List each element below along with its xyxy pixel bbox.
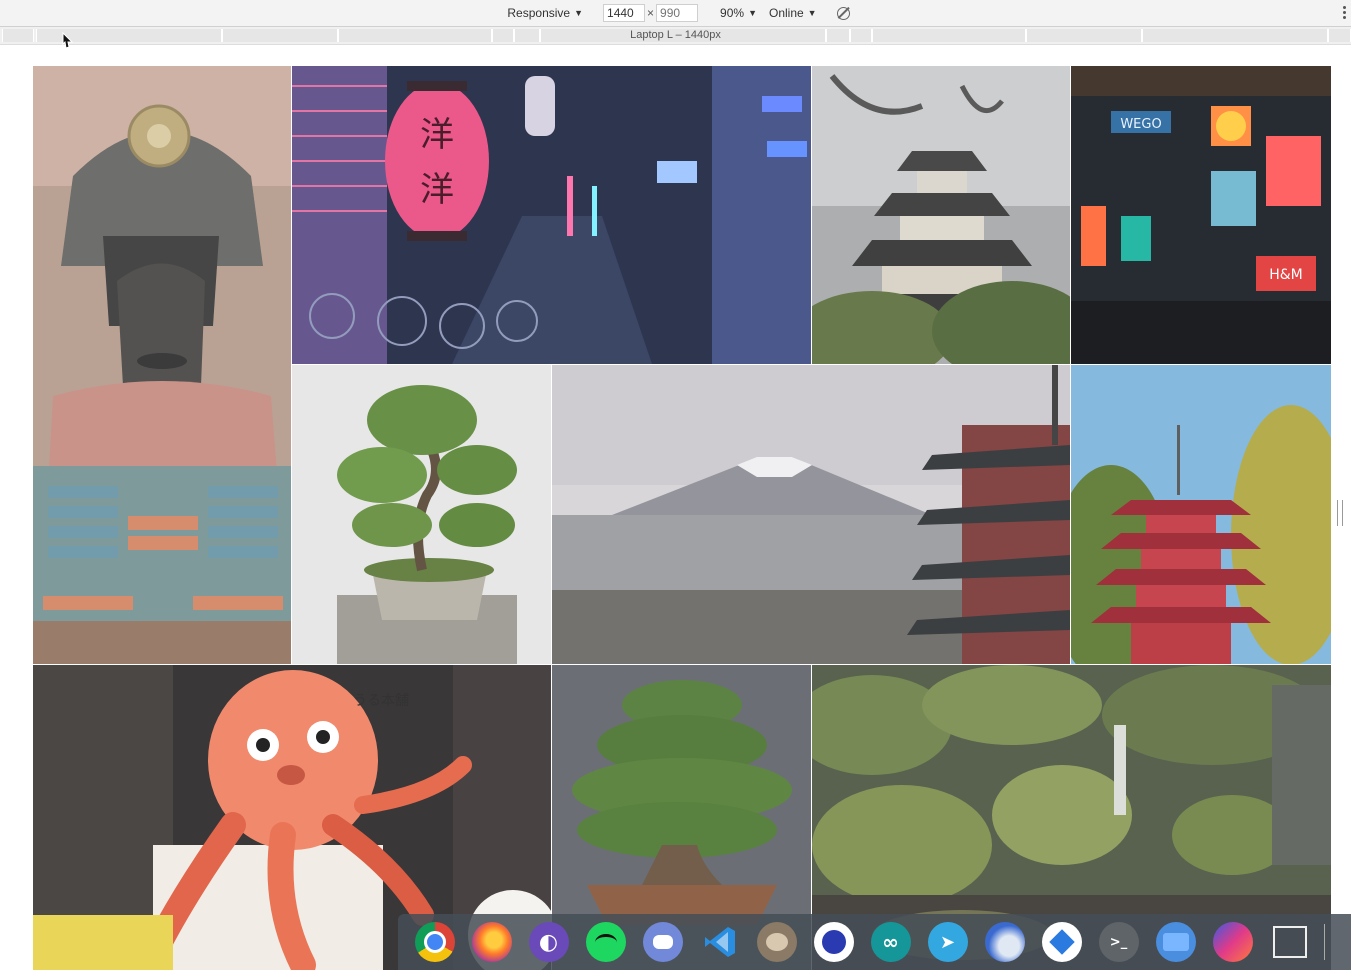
dock-separator	[1324, 924, 1325, 960]
width-input[interactable]	[603, 4, 646, 22]
lantern-alley-image[interactable]: 洋 洋	[292, 66, 811, 364]
rotate-icon[interactable]	[836, 6, 850, 20]
red-pagoda-image[interactable]	[1071, 365, 1331, 664]
telegram-icon[interactable]: ➤	[927, 922, 968, 962]
night-theme-icon[interactable]: ◐	[528, 922, 569, 962]
window-icon[interactable]	[1270, 922, 1310, 962]
height-input[interactable]	[656, 4, 699, 22]
media-query-ruler: Laptop L – 1440px	[0, 27, 1351, 45]
more-options-icon[interactable]	[1343, 6, 1346, 19]
arduino-icon[interactable]: ∞	[870, 922, 911, 962]
cube-app-icon[interactable]	[1041, 922, 1082, 962]
vscode-icon[interactable]	[700, 922, 740, 962]
network-label: Online	[768, 6, 804, 20]
network-select[interactable]: Online ▼	[769, 6, 817, 20]
chevron-down-icon: ▼	[748, 8, 757, 18]
ruler-label: Laptop L – 1440px	[630, 29, 721, 41]
castle-image[interactable]	[812, 66, 1070, 364]
times-label: ×	[647, 6, 655, 20]
mount-fuji-pagoda-image[interactable]	[552, 365, 1070, 664]
device-toolbar: Responsive ▼ × 90% ▼ Online ▼	[0, 0, 1351, 27]
gradient-app-icon[interactable]	[1212, 922, 1253, 962]
page-viewport: 洋 洋 WEGO H&M うる本舗	[33, 66, 1331, 970]
dimensions: ×	[603, 4, 699, 22]
app-dock: ◐ ∞ ➤ >_	[398, 914, 1351, 970]
chevron-down-icon: ▼	[574, 8, 584, 18]
folder-icon[interactable]	[1155, 922, 1196, 962]
samurai-armor-image[interactable]	[33, 66, 291, 664]
device-label: Responsive	[507, 6, 571, 20]
terminal-icon[interactable]: >_	[1098, 922, 1139, 962]
cursor-icon	[62, 32, 74, 49]
neon-street-image[interactable]: WEGO H&M	[1071, 66, 1331, 364]
spotify-icon[interactable]	[585, 922, 626, 962]
firefox-icon[interactable]	[471, 922, 512, 962]
chrome-icon[interactable]	[414, 922, 455, 962]
resize-handle[interactable]	[1337, 500, 1343, 526]
chevron-down-icon: ▼	[807, 8, 817, 18]
thunderbird-icon[interactable]	[984, 922, 1025, 962]
gimp-icon[interactable]	[756, 922, 797, 962]
device-select[interactable]: Responsive ▼	[507, 6, 583, 20]
discord-icon[interactable]	[642, 922, 683, 962]
zoom-label: 90%	[720, 6, 745, 20]
moon-app-icon[interactable]	[813, 922, 854, 962]
bonsai-image[interactable]	[292, 365, 551, 664]
zoom-select[interactable]: 90% ▼	[720, 6, 757, 20]
